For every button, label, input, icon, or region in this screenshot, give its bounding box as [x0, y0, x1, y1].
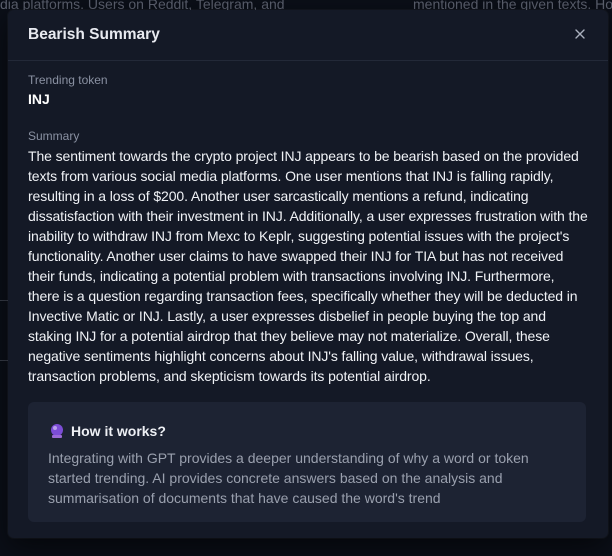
background-divider — [0, 300, 8, 301]
how-it-works-title: How it works? — [49, 423, 166, 439]
token-label: Trending token — [28, 73, 108, 87]
modal-header: Bearish Summary — [8, 10, 608, 61]
how-it-works-box: How it works? Integrating with GPT provi… — [28, 402, 586, 522]
modal-title: Bearish Summary — [28, 26, 160, 43]
close-button[interactable] — [570, 24, 590, 44]
background-divider — [0, 360, 8, 361]
bearish-summary-modal: Bearish Summary Trending token INJ Summa… — [8, 10, 608, 538]
crystal-ball-icon — [49, 423, 65, 439]
how-it-works-label: How it works? — [71, 423, 166, 439]
modal-body: Trending token INJ Summary The sentiment… — [28, 72, 588, 386]
how-it-works-text: Integrating with GPT provides a deeper u… — [48, 450, 529, 506]
summary-label: Summary — [28, 129, 80, 143]
close-icon — [575, 29, 585, 39]
token-value: INJ — [28, 91, 50, 107]
summary-text: The sentiment towards the crypto project… — [28, 148, 588, 384]
